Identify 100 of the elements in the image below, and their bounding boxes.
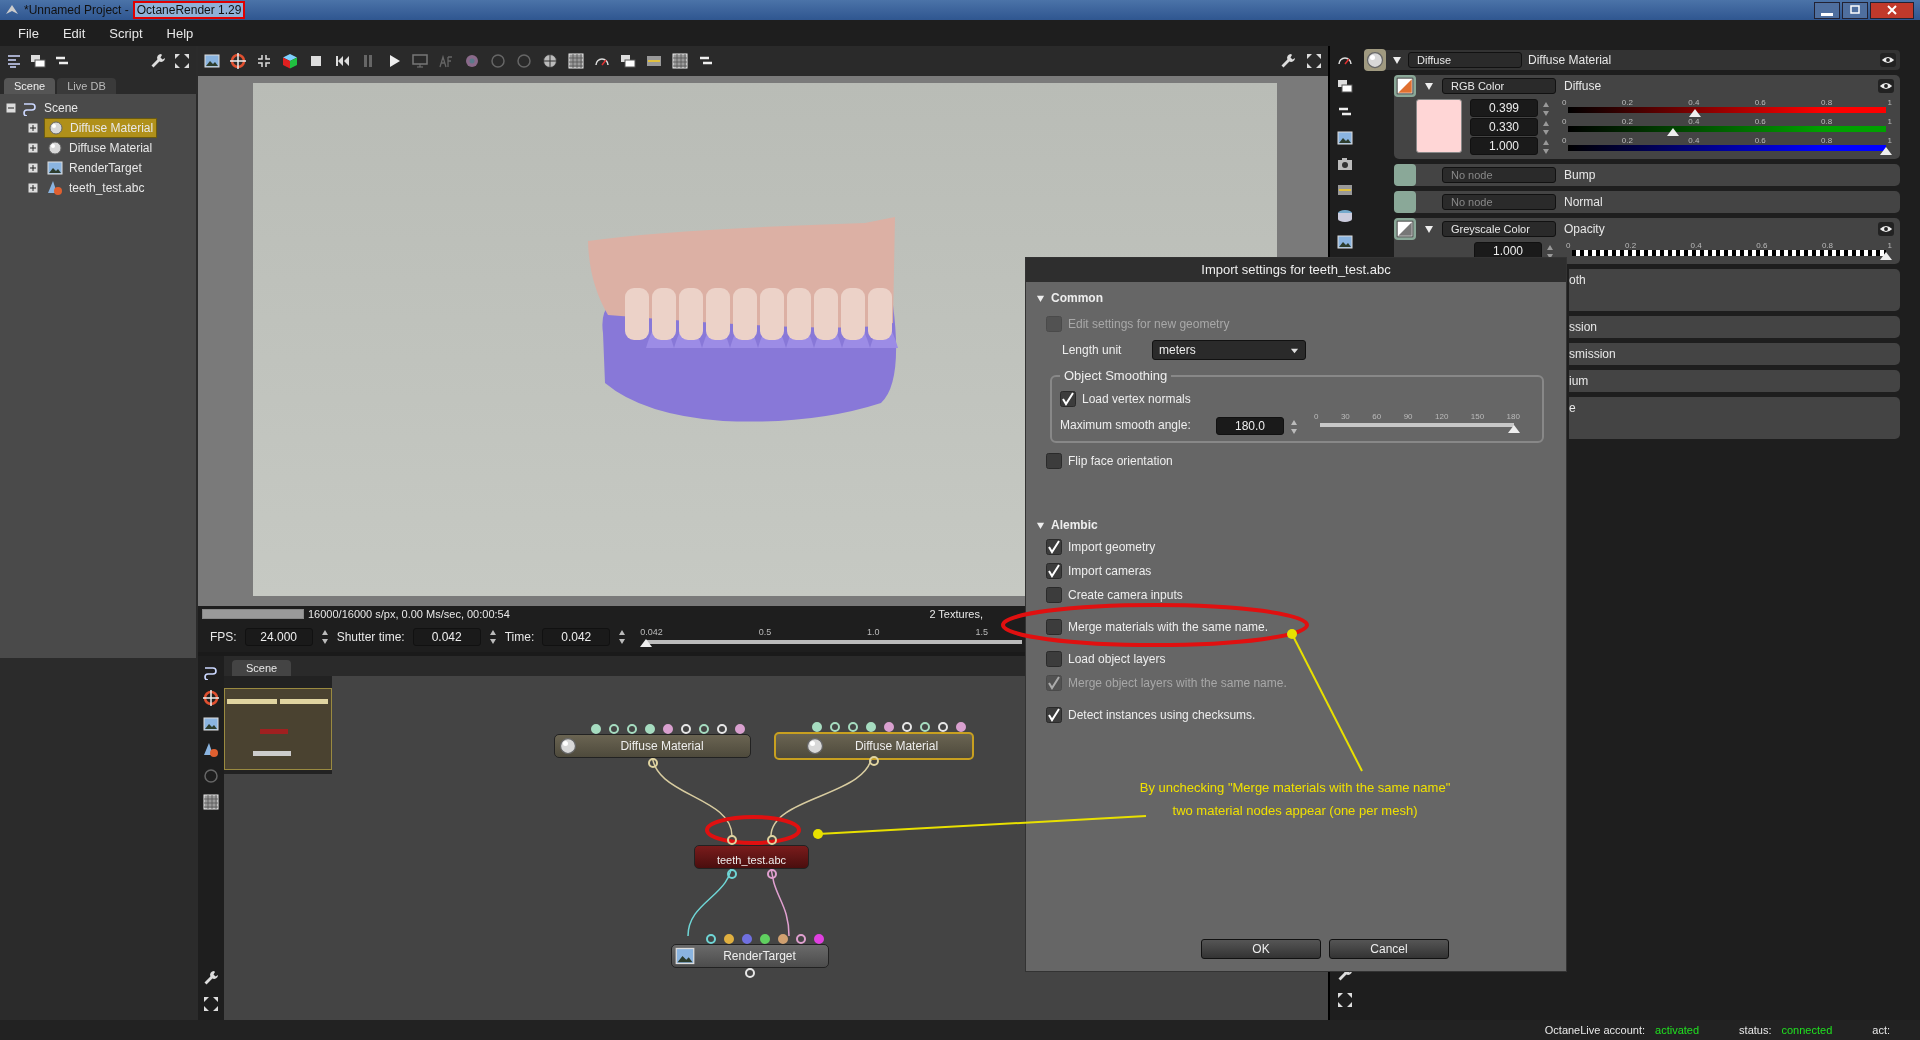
eye-icon[interactable]: [1880, 53, 1896, 67]
grid-icon[interactable]: [568, 53, 584, 69]
checkbox[interactable]: [1046, 587, 1062, 603]
film-icon[interactable]: [646, 53, 662, 69]
expand-icon[interactable]: [28, 163, 38, 173]
collapse-icon[interactable]: [1392, 55, 1402, 65]
slider-thumb[interactable]: [1508, 425, 1520, 433]
angle-field[interactable]: 180.0: [1216, 417, 1284, 435]
menu-item[interactable]: Help: [156, 25, 204, 41]
layers-icon[interactable]: [30, 53, 46, 69]
value-field[interactable]: 0.399: [1470, 99, 1538, 117]
eye-icon[interactable]: [1878, 79, 1894, 93]
cube-icon[interactable]: [282, 53, 298, 69]
menu-item[interactable]: File: [8, 25, 49, 41]
graph-tab[interactable]: Scene: [232, 660, 292, 676]
checkbox[interactable]: [1046, 563, 1062, 579]
checkbox[interactable]: [1046, 539, 1062, 555]
value-field[interactable]: 1.000: [1470, 137, 1538, 155]
tree-item[interactable]: RenderTarget: [44, 159, 145, 177]
expand-icon[interactable]: [28, 143, 38, 153]
slider-thumb[interactable]: [640, 639, 653, 647]
checkbox[interactable]: [1046, 651, 1062, 667]
spinner-icon[interactable]: [320, 629, 329, 645]
settings-icon[interactable]: [1280, 53, 1296, 69]
node-type-dropdown[interactable]: RGB Color: [1442, 78, 1556, 94]
ok-button[interactable]: OK: [1201, 939, 1321, 959]
globe-icon[interactable]: [542, 53, 558, 69]
color-swatch[interactable]: [1416, 99, 1462, 153]
close-button[interactable]: [1870, 1, 1914, 19]
spinner-icon[interactable]: [618, 629, 627, 645]
minimize-button[interactable]: [1814, 1, 1840, 19]
section-title[interactable]: Alembic: [1051, 518, 1098, 532]
shutter-time-field[interactable]: 0.042: [412, 628, 481, 646]
maximize-button[interactable]: [1842, 1, 1868, 19]
stop-icon[interactable]: [308, 53, 324, 69]
spinner-icon[interactable]: [488, 629, 497, 645]
tree-item[interactable]: teeth_test.abc: [44, 179, 148, 197]
layers-icon[interactable]: [1337, 78, 1353, 94]
camera-icon[interactable]: [1337, 156, 1353, 172]
checkbox[interactable]: [1060, 391, 1076, 407]
monitor-icon[interactable]: [412, 53, 428, 69]
texture-icon[interactable]: [1394, 218, 1416, 240]
circle-icon[interactable]: [490, 53, 506, 69]
graph-node[interactable]: Diffuse Material: [774, 732, 974, 760]
settings-icon[interactable]: [203, 970, 219, 986]
image-icon[interactable]: [203, 716, 219, 732]
cancel-button[interactable]: Cancel: [1329, 939, 1449, 959]
list-icon[interactable]: [6, 53, 22, 69]
grid-icon[interactable]: [672, 53, 688, 69]
fps-field[interactable]: 24.000: [244, 628, 313, 646]
length-unit-dropdown[interactable]: meters: [1152, 340, 1306, 360]
tree-item[interactable]: Scene: [44, 101, 79, 115]
time-field[interactable]: 0.042: [542, 628, 611, 646]
image-icon[interactable]: [204, 53, 220, 69]
target-icon[interactable]: [203, 690, 219, 706]
expand-icon[interactable]: [28, 123, 38, 133]
tree-item[interactable]: Diffuse Material: [44, 139, 156, 157]
menu-item[interactable]: Edit: [52, 25, 96, 41]
output-port[interactable]: [726, 869, 737, 879]
graph-node[interactable]: RenderTarget: [671, 944, 829, 968]
eye-icon[interactable]: [1878, 222, 1894, 236]
letters-icon[interactable]: [438, 53, 454, 69]
slider-thumb[interactable]: [1688, 109, 1701, 117]
fullscreen-icon[interactable]: [203, 996, 219, 1012]
circle-icon[interactable]: [516, 53, 532, 69]
collapse-icon[interactable]: [1036, 293, 1045, 303]
grid-icon[interactable]: [203, 794, 219, 810]
menu-item[interactable]: Script: [99, 25, 153, 41]
texture-icon[interactable]: [1394, 75, 1416, 97]
color-wheel-icon[interactable]: [464, 53, 480, 69]
output-port[interactable]: [869, 756, 879, 766]
checkbox[interactable]: [1046, 707, 1062, 723]
image-icon[interactable]: [1337, 234, 1353, 250]
slider-thumb[interactable]: [1666, 128, 1679, 136]
checkbox[interactable]: [1046, 453, 1062, 469]
rewind-icon[interactable]: [334, 53, 350, 69]
node-type-dropdown[interactable]: No node: [1442, 194, 1556, 210]
fullscreen-icon[interactable]: [174, 53, 190, 69]
panel-tab[interactable]: Live DB: [57, 78, 116, 94]
node-type-dropdown[interactable]: Diffuse: [1408, 52, 1522, 68]
checkbox[interactable]: [1046, 619, 1062, 635]
target-icon[interactable]: [230, 53, 246, 69]
spinner-icon[interactable]: [1546, 244, 1554, 260]
slider-thumb[interactable]: [1880, 147, 1892, 155]
shape-icon[interactable]: [203, 742, 219, 758]
collapse-icon[interactable]: [1424, 81, 1434, 91]
fullscreen-icon[interactable]: [1337, 992, 1353, 1008]
image-icon[interactable]: [1337, 130, 1353, 146]
graph-node[interactable]: Diffuse Material: [554, 734, 751, 758]
film-icon[interactable]: [1337, 182, 1353, 198]
section-title[interactable]: Common: [1051, 291, 1103, 305]
collapse-icon[interactable]: [1036, 520, 1045, 530]
circle-icon[interactable]: [203, 768, 219, 784]
output-port[interactable]: [647, 758, 658, 768]
panel-tab[interactable]: Scene: [4, 78, 56, 94]
fullscreen-icon[interactable]: [1306, 53, 1322, 69]
collapse-icon[interactable]: [1424, 224, 1434, 234]
layers-icon[interactable]: [620, 53, 636, 69]
link-icon[interactable]: [203, 664, 219, 680]
value-field[interactable]: 0.330: [1470, 118, 1538, 136]
